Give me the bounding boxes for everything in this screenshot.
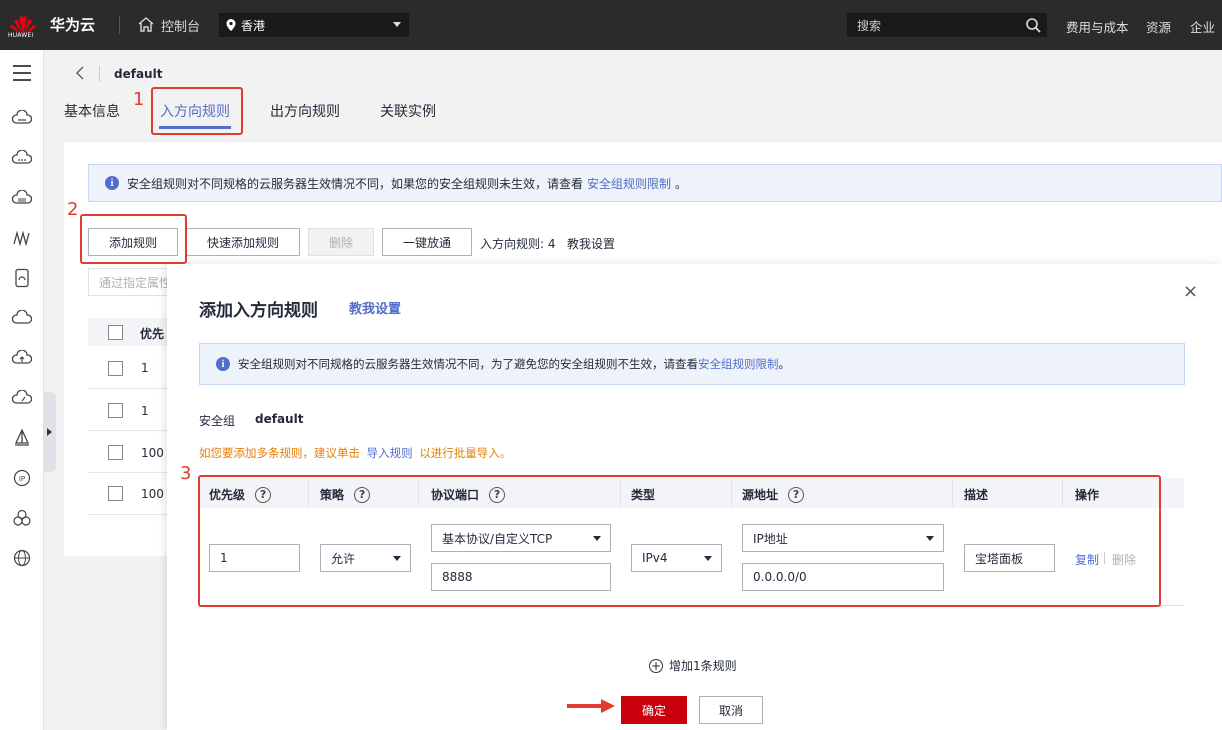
row-divider bbox=[88, 388, 168, 389]
cluster-icon[interactable] bbox=[11, 507, 33, 529]
cloud-network-icon[interactable] bbox=[11, 147, 33, 169]
enterprise-link[interactable]: 企业 bbox=[1190, 17, 1215, 36]
annotation-box-1 bbox=[151, 87, 243, 135]
filter-input[interactable]: 通过指定属性 bbox=[88, 268, 178, 296]
menu-icon[interactable] bbox=[11, 62, 33, 84]
hint-prefix: 如您要添加多条规则，建议单击 bbox=[199, 446, 360, 460]
svg-text:IP: IP bbox=[19, 475, 25, 483]
info-icon: i bbox=[105, 176, 119, 190]
hint-suffix: 以进行批量导入。 bbox=[419, 446, 512, 460]
tab-basic-info[interactable]: 基本信息 bbox=[64, 101, 120, 121]
filter-placeholder: 通过指定属性 bbox=[99, 275, 172, 290]
security-group-label: 安全组 bbox=[199, 414, 236, 428]
logo-text: HUAWEI bbox=[8, 32, 34, 39]
row-checkbox[interactable] bbox=[108, 486, 123, 501]
tab-outbound-rules[interactable]: 出方向规则 bbox=[270, 101, 340, 121]
security-group-name: default bbox=[114, 67, 163, 81]
monitor-icon[interactable] bbox=[11, 227, 33, 249]
region-label: 香港 bbox=[241, 18, 266, 33]
help-link[interactable]: 教我设置 bbox=[567, 235, 615, 252]
divider bbox=[99, 66, 100, 82]
row-divider bbox=[88, 514, 168, 515]
chevron-down-icon bbox=[393, 22, 401, 27]
home-icon bbox=[138, 17, 154, 32]
search-placeholder: 搜索 bbox=[857, 18, 882, 33]
dialog-title: 添加入方向规则 bbox=[199, 301, 318, 321]
row-checkbox[interactable] bbox=[108, 361, 123, 376]
annotation-box-3 bbox=[198, 475, 1161, 607]
cancel-button[interactable]: 取消 bbox=[699, 696, 763, 724]
annotation-number-2: 2 bbox=[67, 199, 79, 220]
cloud-icon[interactable] bbox=[11, 307, 33, 329]
billing-link[interactable]: 费用与成本 bbox=[1066, 17, 1129, 36]
import-rules-link[interactable]: 导入规则 bbox=[367, 446, 413, 460]
dialog-alert-tail: 。 bbox=[778, 357, 791, 371]
left-sidebar: IP bbox=[0, 50, 44, 730]
close-icon[interactable]: × bbox=[1183, 281, 1198, 302]
tab-associated-instances[interactable]: 关联实例 bbox=[380, 101, 436, 121]
row-priority: 100 bbox=[141, 487, 164, 501]
one-click-allow-button[interactable]: 一键放通 bbox=[382, 228, 472, 256]
row-checkbox[interactable] bbox=[108, 403, 123, 418]
rule-count: 入方向规则: 4 bbox=[480, 237, 556, 251]
annotation-number-3: 3 bbox=[180, 463, 192, 484]
console-label: 控制台 bbox=[161, 19, 201, 35]
database-icon[interactable] bbox=[11, 267, 33, 289]
info-icon: i bbox=[216, 357, 230, 371]
alert-link[interactable]: 安全组规则限制 bbox=[587, 175, 671, 192]
ip-icon[interactable]: IP bbox=[11, 467, 33, 489]
cloud-speed-icon[interactable] bbox=[11, 387, 33, 409]
dialog-alert-link[interactable]: 安全组规则限制 bbox=[698, 356, 779, 372]
annotation-number-1: 1 bbox=[133, 89, 145, 110]
top-bar: HUAWEI 华为云 控制台 香港 搜索 费用与成本 资源 企业 bbox=[0, 0, 1222, 50]
row-priority: 1 bbox=[141, 404, 149, 418]
brand-name[interactable]: 华为云 bbox=[50, 14, 95, 35]
priority-header: 优先 bbox=[140, 327, 165, 341]
sail-icon[interactable] bbox=[11, 427, 33, 449]
row-priority: 100 bbox=[141, 446, 164, 460]
location-pin-icon bbox=[226, 19, 236, 31]
row-checkbox[interactable] bbox=[108, 445, 123, 460]
back-arrow-icon[interactable] bbox=[75, 66, 85, 84]
divider bbox=[119, 16, 120, 34]
arrow-right-icon bbox=[567, 699, 615, 713]
row-priority: 1 bbox=[141, 361, 149, 375]
row-divider bbox=[88, 472, 168, 473]
dialog-alert-text: 安全组规则对不同规格的云服务器生效情况不同，为了避免您的安全组规则不生效，请查看 bbox=[238, 357, 698, 371]
add-rule-row-label: 增加1条规则 bbox=[669, 659, 737, 673]
select-all-checkbox[interactable] bbox=[108, 325, 123, 340]
dialog-help-link[interactable]: 教我设置 bbox=[349, 298, 401, 317]
cloud-upload-icon[interactable] bbox=[11, 347, 33, 369]
cloud-storage-icon[interactable] bbox=[11, 187, 33, 209]
annotation-box-2 bbox=[80, 214, 187, 264]
info-alert: i 安全组规则对不同规格的云服务器生效情况不同，如果您的安全组规则未生效，请查看… bbox=[88, 164, 1222, 202]
add-rule-row-button[interactable]: + 增加1条规则 bbox=[649, 657, 737, 674]
dialog-info-alert: i 安全组规则对不同规格的云服务器生效情况不同，为了避免您的安全组规则不生效，请… bbox=[199, 343, 1185, 385]
console-link[interactable]: 控制台 bbox=[137, 14, 200, 36]
quick-add-rule-button[interactable]: 快速添加规则 bbox=[186, 228, 300, 256]
cloud-server-icon[interactable] bbox=[11, 107, 33, 129]
region-select[interactable]: 香港 bbox=[219, 13, 409, 37]
security-group-value: default bbox=[255, 412, 304, 426]
batch-import-hint: 如您要添加多条规则，建议单击 导入规则 以进行批量导入。 bbox=[199, 445, 511, 461]
confirm-button[interactable]: 确定 bbox=[621, 696, 687, 724]
delete-button[interactable]: 删除 bbox=[308, 228, 374, 256]
globe-icon[interactable] bbox=[11, 547, 33, 569]
plus-circle-icon: + bbox=[649, 658, 663, 673]
sidebar-collapse-handle[interactable] bbox=[44, 392, 56, 472]
alert-tail: 。 bbox=[675, 176, 688, 191]
search-icon[interactable] bbox=[1025, 17, 1041, 33]
alert-text: 安全组规则对不同规格的云服务器生效情况不同，如果您的安全组规则未生效，请查看 bbox=[127, 176, 584, 191]
search-input[interactable]: 搜索 bbox=[847, 13, 1047, 37]
resources-link[interactable]: 资源 bbox=[1146, 17, 1171, 36]
row-divider bbox=[88, 430, 168, 431]
